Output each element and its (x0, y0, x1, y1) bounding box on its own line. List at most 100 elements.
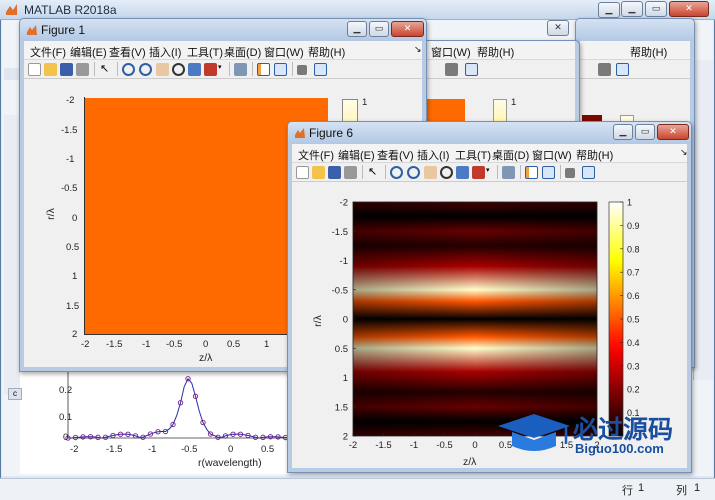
figure-behind2-toolbar (580, 59, 690, 78)
heatmap-z-shading (353, 202, 597, 436)
menu-view[interactable]: 查看(V) (109, 44, 146, 60)
menu-view[interactable]: 查看(V) (377, 147, 414, 163)
pointer-icon[interactable]: ↖ (100, 63, 113, 76)
menu-help[interactable]: 帮助(H) (308, 44, 345, 60)
colorbar-toggle-icon[interactable] (445, 63, 458, 76)
print-icon[interactable] (344, 166, 357, 179)
print-icon[interactable] (76, 63, 89, 76)
y-tick-label: 0 (343, 315, 348, 326)
link-plot-icon[interactable] (502, 166, 515, 179)
open-file-icon[interactable] (312, 166, 325, 179)
legend-insert-icon[interactable] (542, 166, 555, 179)
menu-help[interactable]: 帮助(H) (630, 44, 667, 60)
menu-tools[interactable]: 工具(T) (455, 147, 491, 163)
link-plot-icon[interactable] (234, 63, 247, 76)
fig1-x-tick: -2 (81, 339, 90, 350)
pan-icon[interactable] (156, 63, 169, 76)
main-statusbar (0, 478, 715, 500)
figure-behind1-close-button[interactable]: ✕ (547, 20, 569, 36)
main-maximize-button[interactable]: ▭ (645, 1, 667, 17)
menu-edit[interactable]: 编辑(E) (338, 147, 375, 163)
status-col-value: 1 (694, 482, 701, 494)
right-side-panel (693, 60, 713, 380)
bg-x-tick: -1 (148, 444, 157, 455)
menu-window[interactable]: 窗口(W) (264, 44, 304, 60)
colorbar-toggle-icon[interactable] (598, 63, 611, 76)
y-tick-label: -1.5 (332, 227, 348, 238)
figure1-toolbar: ↖ ▾ (24, 59, 422, 78)
data-cursor-icon[interactable] (188, 63, 201, 76)
toolbar-separator (117, 62, 118, 76)
menu-dock-arrow-icon[interactable]: ↘ (680, 147, 688, 158)
brush-dropdown-icon[interactable]: ▾ (218, 63, 226, 76)
menu-window[interactable]: 窗口(W) (532, 147, 572, 163)
figure1-maximize-button[interactable]: ▭ (369, 21, 389, 37)
colorbar-insert-icon[interactable] (257, 63, 270, 76)
hide-plot-tools-icon[interactable] (565, 168, 575, 178)
menu-desktop[interactable]: 桌面(D) (224, 44, 261, 60)
new-figure-icon[interactable] (296, 166, 309, 179)
save-icon[interactable] (60, 63, 73, 76)
menu-edit[interactable]: 编辑(E) (70, 44, 107, 60)
menu-desktop[interactable]: 桌面(D) (492, 147, 529, 163)
figure6-minimize-button[interactable]: ▁ (613, 124, 633, 140)
show-plot-tools-icon[interactable] (582, 166, 595, 179)
colorbar-insert-icon[interactable] (525, 166, 538, 179)
legend-insert-icon[interactable] (274, 63, 287, 76)
cd-panel-tab[interactable]: c (8, 388, 22, 400)
figure6-close-button[interactable]: ✕ (657, 124, 689, 140)
menu-tools[interactable]: 工具(T) (187, 44, 223, 60)
zoom-in-icon[interactable] (122, 63, 135, 76)
colorbar-tick-label: 0.6 (627, 291, 640, 301)
colorbar-tick-label: 0.3 (627, 361, 640, 371)
data-cursor-icon[interactable] (456, 166, 469, 179)
pointer-icon[interactable]: ↖ (368, 166, 381, 179)
figure1-close-button[interactable]: ✕ (391, 21, 424, 37)
figure-behind1-menubar: 窗口(W) 帮助(H) (425, 41, 575, 59)
new-figure-icon[interactable] (28, 63, 41, 76)
colorbar-tick-label: 0.8 (627, 244, 640, 254)
figure-behind2-titlebar[interactable] (576, 19, 694, 41)
y-tick-label: -2 (340, 198, 348, 209)
menu-window[interactable]: 窗口(W) (431, 44, 471, 60)
figure1-minimize-button[interactable]: ▁ (347, 21, 367, 37)
zoom-out-icon[interactable] (139, 63, 152, 76)
main-close-button[interactable]: ✕ (669, 1, 709, 17)
menu-file[interactable]: 文件(F) (298, 147, 334, 163)
pan-icon[interactable] (424, 166, 437, 179)
figure6-menubar: 文件(F) 编辑(E) 查看(V) 插入(I) 工具(T) 桌面(D) 窗口(W… (292, 144, 688, 163)
zoom-out-icon[interactable] (407, 166, 420, 179)
hide-plot-tools-icon[interactable] (297, 65, 307, 75)
legend-toggle-icon[interactable] (616, 63, 629, 76)
bg-x-axis-label: r(wavelength) (198, 457, 262, 469)
menu-help[interactable]: 帮助(H) (576, 147, 613, 163)
menu-help[interactable]: 帮助(H) (477, 44, 514, 60)
rotate-3d-icon[interactable] (440, 166, 453, 179)
brush-icon[interactable] (204, 63, 217, 76)
bg-y-tick-0: 0 (63, 432, 69, 443)
figure-behind2-minimize-button[interactable]: ▁ (598, 2, 620, 18)
open-file-icon[interactable] (44, 63, 57, 76)
zoom-in-icon[interactable] (390, 166, 403, 179)
menu-dock-arrow-icon[interactable]: ↘ (414, 44, 422, 55)
y-tick-label: -0.5 (332, 285, 348, 296)
brush-icon[interactable] (472, 166, 485, 179)
show-plot-tools-icon[interactable] (314, 63, 327, 76)
colorbar-tick-label: 0.9 (627, 221, 640, 231)
fig1-y-tick: 0.5 (66, 242, 80, 253)
save-icon[interactable] (328, 166, 341, 179)
colorbar-tick-label: 0.7 (627, 268, 640, 278)
rotate-3d-icon[interactable] (172, 63, 185, 76)
legend-toggle-icon[interactable] (465, 63, 478, 76)
main-minimize-button[interactable]: ▁ (621, 1, 643, 17)
menu-file[interactable]: 文件(F) (30, 44, 66, 60)
fig1-y-tick: 0 (72, 213, 78, 224)
menu-insert[interactable]: 插入(I) (417, 147, 449, 163)
menu-insert[interactable]: 插入(I) (149, 44, 181, 60)
brush-dropdown-icon[interactable]: ▾ (486, 166, 494, 179)
toolbar-separator (229, 62, 230, 76)
colorbar-tick-label: 0.5 (627, 315, 640, 325)
x-tick-label: -2 (349, 440, 357, 451)
figure6-maximize-button[interactable]: ▭ (635, 124, 655, 140)
figure1-colorbar-top-tick: 1 (362, 97, 368, 108)
